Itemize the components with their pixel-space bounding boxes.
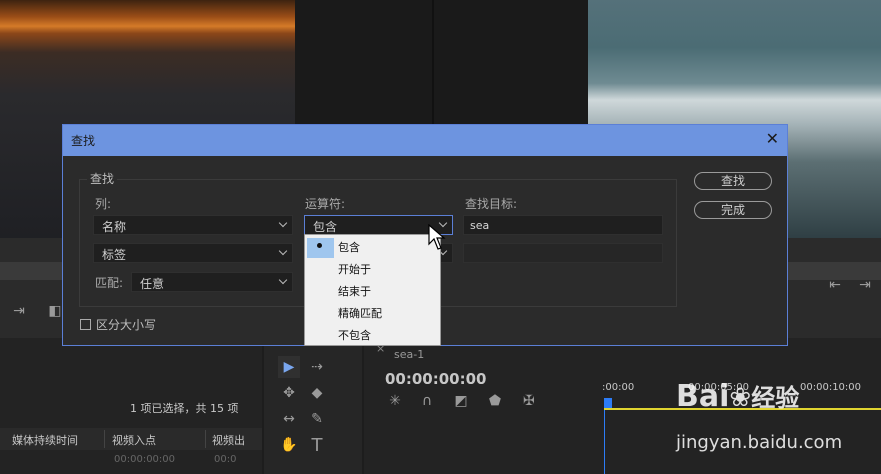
chevron-down-icon [278, 246, 288, 256]
menu-item-not-contains[interactable]: 不包含 [305, 325, 440, 347]
chevron-down-icon [278, 218, 288, 228]
col-media-duration[interactable]: 媒体持续时间 [12, 432, 78, 448]
col-video-in[interactable]: 视频入点 [112, 432, 156, 448]
watermark-jingyan: 经验 [751, 384, 800, 412]
razor-tool-icon[interactable]: ◆ [306, 382, 328, 404]
project-panel: 1 项已选择，共 15 项 媒体持续时间 视频入点 视频出 00:00:00:0… [0, 338, 262, 474]
ripple-edit-tool-icon[interactable]: ✥ [278, 382, 300, 404]
watermark-brand: Bai❀经验 [676, 378, 799, 414]
column1-select[interactable]: 名称 [93, 215, 293, 235]
watermark-bai: Bai [676, 379, 730, 414]
dialog-titlebar[interactable]: 查找 ✕ [63, 125, 787, 156]
paw-icon: ❀ [729, 383, 752, 413]
timeline-panel: × sea-1 00:00:00:00 ✳ ∩ ◩ ⬟ ✠ :00:00 00:… [364, 338, 881, 474]
type-tool-icon[interactable]: T [306, 434, 328, 456]
step-back-icon[interactable]: ⇤ [824, 274, 846, 296]
menu-item-contains[interactable]: 包含 [305, 237, 440, 259]
match-select[interactable]: 任意 [131, 272, 293, 292]
linked-selection-icon[interactable]: ∩ [416, 390, 438, 412]
operator-label: 运算符: [305, 197, 346, 211]
add-marker-icon[interactable]: ◩ [450, 390, 472, 412]
tools-panel: ▶ ⇢ ✥ ◆ ↔ ✎ ✋ T [264, 338, 362, 474]
column-divider[interactable] [104, 430, 105, 448]
watermark-url: jingyan.baidu.com [676, 432, 843, 453]
project-column-headers: 媒体持续时间 视频入点 视频出 [0, 428, 262, 450]
menu-item-starts-with[interactable]: 开始于 [305, 259, 440, 281]
operator-dropdown-menu: 包含 开始于 结束于 精确匹配 不包含 [304, 234, 441, 346]
find-group-label: 查找 [87, 170, 118, 187]
hand-tool-icon[interactable]: ✋ [278, 434, 300, 456]
column2-select[interactable]: 标签 [93, 243, 293, 263]
wrench-icon[interactable]: ✠ [518, 390, 540, 412]
col-video-out[interactable]: 视频出 [212, 432, 245, 448]
case-sensitive-label[interactable]: 区分大小写 [96, 316, 156, 333]
track-select-tool-icon[interactable]: ⇢ [306, 356, 328, 378]
mouse-cursor-icon [428, 224, 446, 250]
dialog-title: 查找 [71, 134, 96, 148]
column-divider[interactable] [205, 430, 206, 448]
mark-in-icon[interactable]: ⇥ [8, 300, 30, 322]
target2-input[interactable] [463, 243, 663, 263]
find-button[interactable]: 查找 [694, 172, 772, 190]
row-video-out: 00:0 [214, 454, 237, 465]
ruler-label-0: :00:00 [602, 382, 635, 393]
timeline-tab[interactable]: sea-1 [394, 348, 424, 361]
target-label: 查找目标: [465, 197, 518, 211]
timeline-timecode[interactable]: 00:00:00:00 [385, 370, 487, 388]
operator1-value: 包含 [313, 220, 338, 234]
chevron-down-icon [278, 275, 288, 285]
done-button[interactable]: 完成 [694, 201, 772, 219]
row-video-in: 00:00:00:00 [114, 454, 176, 465]
case-sensitive-checkbox[interactable] [80, 319, 91, 330]
playhead-handle[interactable] [604, 398, 612, 408]
snap-icon[interactable]: ✳ [384, 390, 406, 412]
step-forward-icon[interactable]: ⇥ [854, 274, 876, 296]
menu-item-exact-match[interactable]: 精确匹配 [305, 303, 440, 325]
selection-status: 1 项已选择，共 15 项 [130, 402, 239, 415]
match-value: 任意 [140, 277, 165, 291]
playhead-line [604, 410, 605, 474]
column2-value: 标签 [102, 248, 127, 262]
selection-tool-icon[interactable]: ▶ [278, 356, 300, 378]
slip-tool-icon[interactable]: ↔ [278, 408, 300, 430]
match-label: 匹配: [95, 276, 124, 290]
pen-tool-icon[interactable]: ✎ [306, 408, 328, 430]
column-label: 列: [95, 197, 112, 211]
column1-value: 名称 [102, 220, 127, 234]
find-dialog: 查找 ✕ 查找 列: 运算符: 查找目标: 名称 包含 sea 标签 匹配: 任… [62, 124, 788, 346]
target1-input[interactable]: sea [463, 215, 663, 235]
marker-icon[interactable]: ⬟ [484, 390, 506, 412]
close-icon[interactable]: ✕ [766, 129, 779, 148]
menu-item-ends-with[interactable]: 结束于 [305, 281, 440, 303]
ruler-label-10: 00:00:10:00 [800, 382, 862, 393]
